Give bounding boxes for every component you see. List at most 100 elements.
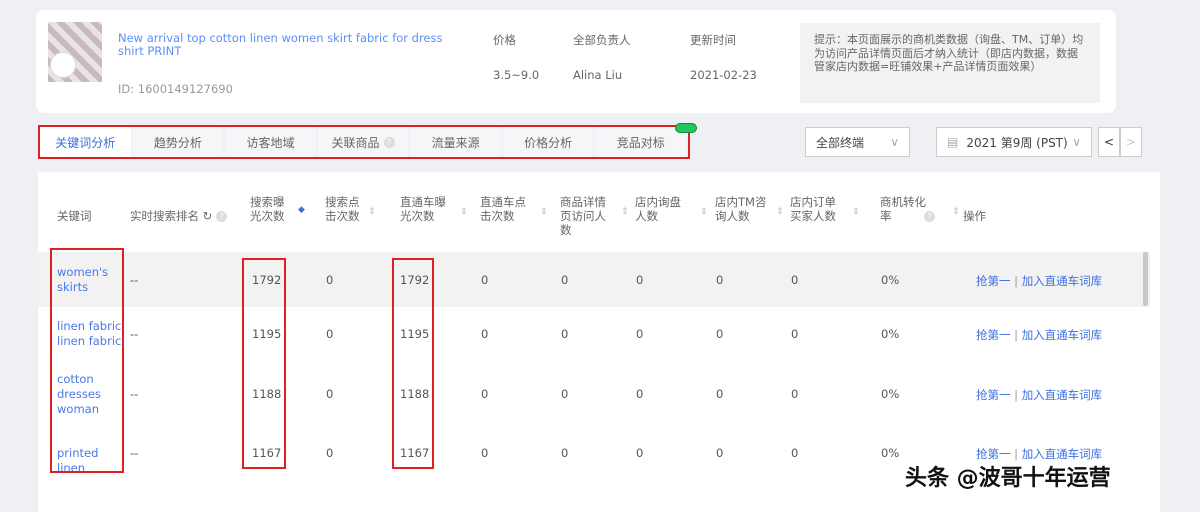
sort-icon[interactable]: ⇕ (952, 207, 960, 217)
order-cell: 0 (791, 387, 799, 401)
help-icon[interactable]: ? (216, 211, 228, 222)
calendar-icon: ▤ (947, 135, 959, 149)
search-click-cell: 0 (326, 272, 334, 287)
tab-traffic-source[interactable]: 流量来源 (410, 127, 501, 157)
tab-visitor-region[interactable]: 访客地域 (225, 127, 316, 157)
col-p4p-click[interactable]: 直通车点击次数 (480, 195, 532, 223)
grab-first-link[interactable]: 抢第一 (976, 274, 1011, 288)
tab-label: 关联商品 (331, 135, 380, 150)
col-detail-visitors[interactable]: 商品详情页访问人数 (560, 195, 612, 237)
rank-cell: -- (130, 326, 139, 341)
conversion-cell: 0% (881, 387, 900, 401)
product-card: New arrival top cotton linen women skirt… (36, 10, 1116, 113)
col-search-click[interactable]: 搜索点击次数 (325, 195, 367, 223)
add-to-p4p-link[interactable]: 加入直通车词库 (1022, 447, 1103, 461)
rank-cell: -- (130, 272, 139, 287)
sort-icon[interactable]: ⇕ (460, 207, 468, 217)
detail-visitors-cell: 0 (561, 272, 569, 287)
help-icon[interactable]: ? (920, 209, 935, 223)
col-search-exposure[interactable]: 搜索曝光次数 (250, 195, 292, 223)
new-badge-icon (675, 123, 697, 133)
tm-cell: 0 (716, 272, 724, 287)
product-id: ID: 1600149127690 (118, 82, 233, 96)
grab-first-link[interactable]: 抢第一 (976, 388, 1011, 402)
sort-icon[interactable]: ⇕ (540, 207, 548, 217)
scrollbar[interactable] (1143, 252, 1148, 306)
search-click-cell: 0 (326, 446, 334, 460)
separator: | (1014, 388, 1019, 402)
add-to-p4p-link[interactable]: 加入直通车词库 (1022, 328, 1103, 342)
owner-label: 全部负责人 (573, 33, 631, 47)
table-row: cotton dresses woman -- 1188 0 1188 0 0 0 0 0 0% 抢第… (38, 360, 1150, 428)
row-actions: 抢第一 | 加入直通车词库 (976, 327, 1102, 343)
tab-trend-analysis[interactable]: 趋势分析 (132, 127, 224, 157)
tab-keyword-analysis[interactable]: 关键词分析 (40, 127, 131, 157)
sort-icon[interactable]: ◆ (298, 205, 305, 215)
inquiry-cell: 0 (636, 272, 644, 287)
col-tm[interactable]: 店内TM咨询人数 (715, 195, 767, 223)
updated-label: 更新时间 (690, 33, 736, 47)
owner-value: Alina Liu (573, 68, 623, 82)
tab-competitor[interactable]: 竞品对标 (595, 127, 687, 157)
add-to-p4p-link[interactable]: 加入直通车词库 (1022, 274, 1103, 288)
col-action: 操作 (963, 209, 986, 223)
help-icon[interactable]: ? (383, 136, 395, 148)
tab-related-products[interactable]: 关联商品? (317, 127, 409, 157)
add-to-p4p-link[interactable]: 加入直通车词库 (1022, 388, 1103, 402)
watermark: 头条 @波哥十年运营 (905, 466, 1111, 491)
price-value: 3.5~9.0 (493, 68, 540, 82)
next-week-button[interactable]: > (1120, 127, 1142, 157)
detail-visitors-cell: 0 (561, 446, 569, 460)
sort-icon[interactable]: ⇕ (852, 207, 860, 217)
sort-icon[interactable]: ⇕ (700, 207, 708, 217)
sort-icon[interactable]: ⇕ (621, 207, 629, 217)
sort-icon[interactable]: ⇕ (368, 207, 376, 217)
tm-cell: 0 (716, 326, 724, 341)
terminal-select-value: 全部终端 (816, 135, 865, 150)
tm-cell: 0 (716, 446, 724, 460)
detail-visitors-cell: 0 (561, 387, 569, 401)
product-title-link[interactable]: New arrival top cotton linen women skirt… (118, 32, 468, 58)
refresh-icon[interactable]: ↻ (203, 209, 213, 223)
search-click-cell: 0 (326, 387, 334, 401)
col-inquiry[interactable]: 店内询盘人数 (635, 195, 687, 223)
chevron-down-icon: ∨ (890, 135, 899, 149)
highlight-box (392, 258, 434, 469)
col-keyword: 关键词 (57, 209, 92, 223)
inquiry-cell: 0 (636, 326, 644, 341)
col-p4p-exposure[interactable]: 直通车曝光次数 (400, 195, 452, 223)
week-select[interactable]: ▤ 2021 第9周 (PST) ∨ (936, 127, 1092, 157)
inquiry-cell: 0 (636, 446, 644, 460)
row-actions: 抢第一 | 加入直通车词库 (976, 387, 1102, 403)
detail-visitors-cell: 0 (561, 326, 569, 341)
order-cell: 0 (791, 326, 799, 341)
table-row: women's skirts -- 1792 0 1792 0 0 0 0 0 0% 抢第一 | 加入… (38, 252, 1150, 307)
p4p-click-cell: 0 (481, 272, 489, 287)
tab-price-analysis[interactable]: 价格分析 (502, 127, 594, 157)
search-click-cell: 0 (326, 326, 334, 341)
rank-cell: -- (130, 446, 139, 460)
col-realtime-rank: 实时搜索排名 ↻? (130, 209, 228, 223)
col-order[interactable]: 店内订单买家人数 (790, 195, 842, 223)
conversion-cell: 0% (881, 326, 900, 341)
rank-cell: -- (130, 387, 139, 401)
sort-icon[interactable]: ⇕ (776, 207, 784, 217)
highlight-box (50, 248, 124, 473)
terminal-select[interactable]: 全部终端 ∨ (805, 127, 910, 157)
prev-week-button[interactable]: < (1098, 127, 1120, 157)
price-label: 价格 (493, 33, 516, 47)
tip-box: 提示：本页面展示的商机类数据（询盘、TM、订单）均为访问产品详情页面后才纳入统计… (800, 23, 1100, 103)
product-thumbnail[interactable] (48, 22, 102, 82)
avatar (50, 52, 76, 78)
separator: | (1014, 273, 1019, 288)
updated-value: 2021-02-23 (690, 68, 757, 82)
grab-first-link[interactable]: 抢第一 (976, 328, 1011, 342)
order-cell: 0 (791, 446, 799, 460)
separator: | (1014, 447, 1019, 461)
col-label: 实时搜索排名 (130, 209, 199, 223)
week-select-value: 2021 第9周 (PST) (966, 135, 1068, 150)
conversion-cell: 0% (881, 272, 900, 287)
p4p-click-cell: 0 (481, 446, 489, 460)
conversion-cell: 0% (881, 446, 900, 460)
grab-first-link[interactable]: 抢第一 (976, 447, 1011, 461)
